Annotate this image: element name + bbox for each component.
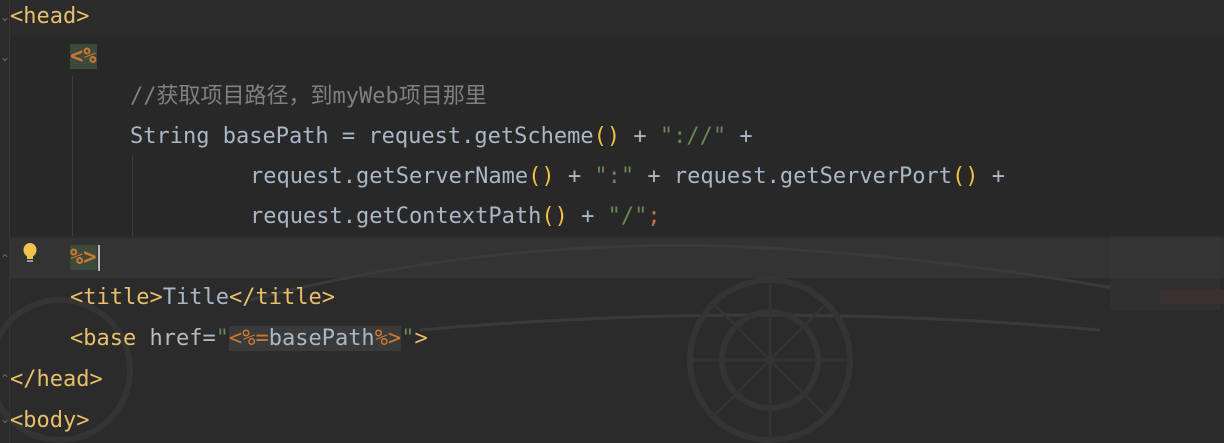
tag-name: base — [83, 326, 137, 351]
tag-bracket: > — [89, 367, 103, 392]
tag-bracket: < — [10, 367, 24, 392]
lightbulb-icon[interactable] — [22, 242, 38, 266]
code-comment: //获取项目路径，到myWeb项目那里 — [130, 84, 487, 109]
fold-marker-icon[interactable]: ⌄ — [0, 10, 10, 24]
code-line[interactable]: request.getContextPath() + "/"; — [250, 197, 661, 237]
attribute-quote: " — [401, 326, 415, 351]
tag-name: /head — [23, 367, 90, 392]
tag-name: title — [83, 285, 150, 310]
code-line[interactable]: <head> — [10, 0, 89, 37]
attribute-quote: " — [215, 326, 229, 351]
code-text: + — [567, 204, 608, 229]
tag-name: /title — [242, 285, 322, 310]
code-line[interactable]: String basePath = request.getScheme() + … — [130, 117, 753, 157]
code-string: "/" — [607, 204, 648, 229]
code-line[interactable]: //获取项目路径，到myWeb项目那里 — [130, 77, 487, 117]
code-string: "://" — [659, 124, 727, 149]
indent-guide — [72, 76, 73, 236]
tag-bracket: > — [76, 4, 90, 29]
indent-guide — [132, 156, 133, 236]
tag-bracket: > — [414, 326, 428, 351]
code-text: String basePath = request.getScheme — [130, 124, 594, 149]
code-text: + — [554, 164, 595, 189]
code-paren: () — [593, 124, 621, 149]
attribute-equals: = — [202, 326, 216, 351]
fold-marker-icon[interactable]: ⌄ — [0, 412, 10, 426]
code-line[interactable]: <body> — [10, 401, 89, 441]
fold-marker-icon[interactable]: ⌃ — [0, 372, 10, 386]
code-text: + — [620, 124, 660, 149]
tag-bracket: < — [10, 408, 24, 433]
tag-bracket: < — [228, 285, 243, 310]
code-line[interactable]: %> — [70, 238, 100, 278]
code-text: request.getContextPath — [250, 204, 542, 229]
code-text: + request.getServerPort — [634, 164, 953, 189]
code-semicolon: ; — [647, 204, 661, 229]
attribute-name: href — [149, 326, 203, 351]
jsp-expression-close: %> — [374, 326, 402, 351]
gutter[interactable]: ⌄ ⌄ ⌃ ⌃ ⌄ — [0, 0, 10, 443]
tag-name: body — [23, 408, 77, 433]
code-line[interactable]: request.getServerName() + ":" + request.… — [250, 157, 1005, 197]
tag-bracket: > — [76, 408, 90, 433]
fold-marker-icon[interactable]: ⌄ — [0, 50, 10, 64]
code-line[interactable]: <base href="<%=basePath%>"> — [70, 319, 428, 359]
text-caret — [97, 245, 100, 271]
tag-bracket: < — [10, 4, 24, 29]
code-line[interactable]: <title>Title</title> — [70, 278, 335, 318]
jsp-expression-open: <%= — [228, 326, 269, 351]
code-line[interactable]: <% — [70, 37, 97, 77]
tag-bracket: < — [70, 285, 84, 310]
tag-name: head — [23, 4, 77, 29]
code-paren: () — [952, 164, 979, 189]
tag-bracket: > — [321, 285, 335, 310]
code-paren: () — [528, 164, 555, 189]
tag-text: Title — [162, 285, 229, 310]
code-line[interactable]: </head> — [10, 360, 103, 400]
tag-bracket: < — [70, 326, 84, 351]
code-paren: () — [541, 204, 568, 229]
code-editor[interactable]: ⌄ ⌄ ⌃ ⌃ ⌄ <head> <% //获取项目路径，到myWeb项目那里 … — [0, 0, 1224, 443]
jsp-open-delimiter: <% — [70, 44, 97, 69]
code-string: ":" — [594, 164, 635, 189]
current-line-highlight — [10, 238, 1224, 278]
tag-bracket: > — [149, 285, 163, 310]
fold-marker-icon[interactable]: ⌃ — [0, 252, 10, 266]
jsp-expression: basePath — [268, 326, 375, 351]
code-text: request.getServerName — [250, 164, 529, 189]
code-text: + — [978, 164, 1006, 189]
code-text: + — [726, 124, 753, 149]
jsp-close-delimiter: %> — [70, 245, 97, 270]
